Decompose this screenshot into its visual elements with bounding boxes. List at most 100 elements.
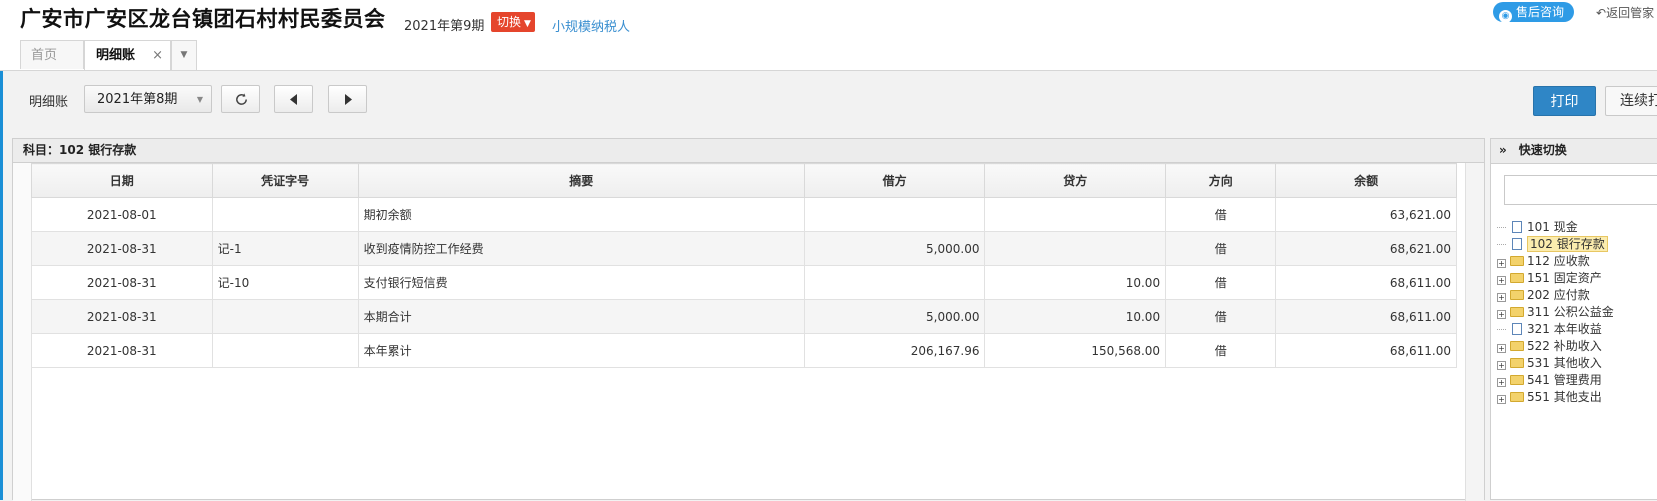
account-name: 其他支出 (1553, 390, 1602, 404)
document-icon (1512, 323, 1522, 335)
tree-item-522[interactable]: +522 补助收入 (1497, 338, 1614, 355)
switch-label: 切换 (497, 15, 522, 29)
column-header-voucher[interactable]: 凭证字号 (211, 163, 359, 198)
tree-item-102[interactable]: 102 银行存款 (1497, 236, 1614, 253)
tree-item-label: 311 公积公益金 (1527, 305, 1614, 319)
column-header-date[interactable]: 日期 (31, 163, 213, 198)
refresh-icon (236, 93, 247, 105)
period-select[interactable]: 2021年第8期 ▼ (84, 85, 212, 113)
tree-item-311[interactable]: +311 公积公益金 (1497, 304, 1614, 321)
cell-balance: 68,611.00 (1275, 333, 1457, 368)
taxpayer-type-link[interactable]: 小规模纳税人 (552, 16, 630, 35)
tree-item-label: 531 其他收入 (1527, 356, 1602, 370)
expand-plus-icon[interactable]: + (1497, 395, 1506, 404)
tree-connector (1497, 238, 1506, 245)
switch-period-button[interactable]: 切换 ▼ (491, 12, 535, 32)
folder-icon (1510, 307, 1524, 317)
expand-plus-icon[interactable]: + (1497, 293, 1506, 302)
account-name: 应收款 (1553, 254, 1590, 268)
continuous-print-button[interactable]: 连续打印 (1605, 86, 1657, 116)
tree-item-151[interactable]: +151 固定资产 (1497, 270, 1614, 287)
close-icon[interactable]: × (152, 41, 163, 70)
document-icon (1512, 221, 1522, 233)
expand-plus-icon[interactable]: + (1497, 310, 1506, 319)
cell-balance: 68,621.00 (1275, 231, 1457, 266)
ledger-table: 日期 凭证字号 摘要 借方 贷方 方向 余额 2021-08-01 期初余额 借… (31, 163, 1457, 368)
print-button[interactable]: 打印 (1533, 86, 1596, 116)
cell-voucher[interactable]: 记-1 (211, 231, 359, 266)
cell-credit (984, 231, 1167, 266)
account-code: 321 (1527, 322, 1550, 336)
column-header-summary[interactable]: 摘要 (357, 163, 805, 198)
expand-plus-icon[interactable]: + (1497, 378, 1506, 387)
cell-voucher[interactable]: 记-10 (211, 265, 359, 300)
tree-item-label: 151 固定资产 (1527, 271, 1602, 285)
next-period-button[interactable] (328, 85, 367, 113)
vertical-scrollbar[interactable] (1465, 163, 1484, 501)
table-row[interactable]: 2021-08-31 记-1 收到疫情防控工作经费 5,000.00 借 68,… (31, 231, 1457, 266)
account-name: 公积公益金 (1553, 305, 1614, 319)
refresh-button[interactable] (221, 85, 260, 113)
cell-balance: 68,611.00 (1275, 299, 1457, 334)
tab-more-dropdown[interactable]: ▼ (171, 40, 197, 70)
account-code: 531 (1527, 356, 1550, 370)
cell-summary: 本期合计 (357, 299, 805, 334)
table-row[interactable]: 2021-08-31 本期合计 5,000.00 10.00 借 68,611.… (31, 299, 1457, 334)
row-handle-column (13, 163, 32, 501)
after-sales-consult-button[interactable]: ◉ 售后咨询 (1493, 2, 1575, 23)
cell-voucher (211, 197, 359, 232)
collapse-double-arrow-icon[interactable]: » (1499, 143, 1507, 157)
table-row[interactable]: 2021-08-31 本年累计 206,167.96 150,568.00 借 … (31, 333, 1457, 368)
tree-item-202[interactable]: +202 应付款 (1497, 287, 1614, 304)
account-code: 551 (1527, 390, 1550, 404)
tree-item-321[interactable]: 321 本年收益 (1497, 321, 1614, 338)
table-row[interactable]: 2021-08-31 记-10 支付银行短信费 10.00 借 68,611.0… (31, 265, 1457, 300)
subject-header: 科目：102 银行存款 (13, 139, 1484, 163)
folder-icon (1510, 290, 1524, 300)
tree-item-551[interactable]: +551 其他支出 (1497, 389, 1614, 406)
cell-voucher (211, 299, 359, 334)
table-row[interactable]: 2021-08-01 期初余额 借 63,621.00 (31, 197, 1457, 232)
account-code: 112 (1527, 254, 1550, 268)
account-code: 202 (1527, 288, 1550, 302)
current-period: 2021年第9期 (404, 19, 485, 34)
tree-item-541[interactable]: +541 管理费用 (1497, 372, 1614, 389)
column-header-debit[interactable]: 借方 (803, 163, 986, 198)
account-code: 151 (1527, 271, 1550, 285)
cell-date: 2021-08-31 (31, 265, 213, 300)
cell-direction: 借 (1165, 265, 1277, 300)
tree-item-101[interactable]: 101 现金 (1497, 219, 1614, 236)
tree-item-112[interactable]: +112 应收款 (1497, 253, 1614, 270)
cell-date: 2021-08-31 (31, 333, 213, 368)
account-name: 补助收入 (1553, 339, 1602, 353)
column-header-direction[interactable]: 方向 (1165, 163, 1277, 198)
cell-voucher (211, 333, 359, 368)
headset-icon: ◉ (1499, 10, 1512, 23)
tab-home[interactable]: 首页 (20, 40, 84, 69)
tree-item-label: 541 管理费用 (1527, 373, 1602, 387)
triangle-left-icon (290, 94, 297, 105)
expand-plus-icon[interactable]: + (1497, 344, 1506, 353)
tab-ledger-detail[interactable]: 明细账 × (84, 40, 171, 70)
cell-summary: 本年累计 (357, 333, 805, 368)
cell-date: 2021-08-01 (31, 197, 213, 232)
expand-plus-icon[interactable]: + (1497, 361, 1506, 370)
cell-date: 2021-08-31 (31, 231, 213, 266)
tree-item-label: 102 银行存款 (1527, 236, 1608, 252)
account-name: 管理费用 (1553, 373, 1602, 387)
tree-item-label: 321 本年收益 (1527, 322, 1602, 336)
column-header-credit[interactable]: 贷方 (984, 163, 1167, 198)
tree-item-531[interactable]: +531 其他收入 (1497, 355, 1614, 372)
column-header-balance[interactable]: 余额 (1275, 163, 1457, 198)
quick-switch-title: 快速切换 (1518, 143, 1567, 157)
expand-plus-icon[interactable]: + (1497, 276, 1506, 285)
cell-direction: 借 (1165, 333, 1277, 368)
previous-period-button[interactable] (274, 85, 313, 113)
caret-down-icon: ▼ (524, 19, 531, 29)
back-to-manager-link[interactable]: ↶返回管家 (1596, 4, 1654, 21)
account-search-input[interactable] (1504, 175, 1657, 205)
ledger-panel: 科目：102 银行存款 日期 凭证字号 摘要 借方 贷方 方向 余额 2021-… (12, 138, 1485, 501)
account-code: 101 (1527, 220, 1550, 234)
expand-plus-icon[interactable]: + (1497, 259, 1506, 268)
back-label: 返回管家 (1606, 6, 1655, 20)
